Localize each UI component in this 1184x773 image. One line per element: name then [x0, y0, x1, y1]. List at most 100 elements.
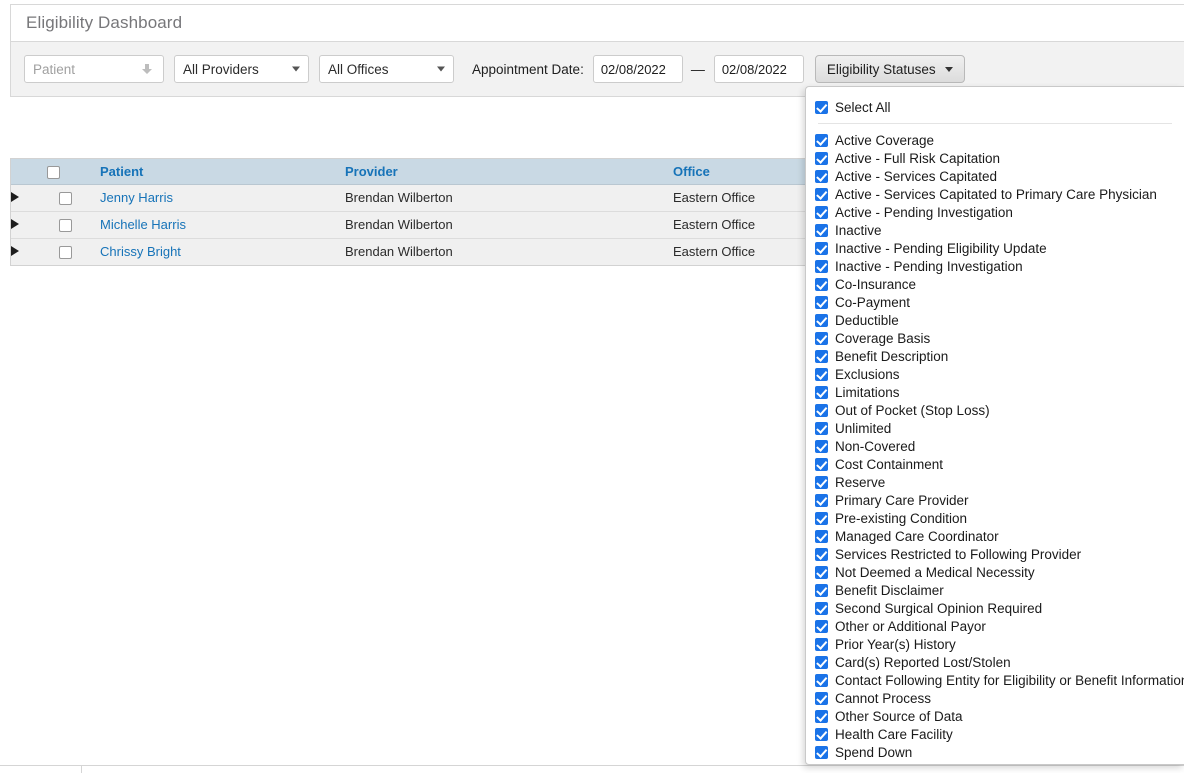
- dropdown-item[interactable]: Inactive: [806, 221, 1184, 239]
- checkbox-checked-icon[interactable]: [815, 709, 828, 723]
- dropdown-item[interactable]: Non-Covered: [806, 437, 1184, 455]
- checkbox-checked-icon[interactable]: [815, 475, 828, 489]
- column-header-patient[interactable]: Patient: [83, 159, 345, 185]
- dropdown-item[interactable]: Card(s) Reported Lost/Stolen: [806, 653, 1184, 671]
- providers-select[interactable]: All Providers: [174, 55, 309, 83]
- dropdown-item[interactable]: Spend Down: [806, 743, 1184, 761]
- patient-search-input[interactable]: Patient: [24, 55, 164, 83]
- offices-select[interactable]: All Offices: [319, 55, 454, 83]
- row-checkbox[interactable]: [58, 192, 72, 206]
- checkbox-checked-icon[interactable]: [815, 223, 828, 237]
- checkbox-checked-icon[interactable]: [815, 439, 828, 453]
- dropdown-item[interactable]: Services Restricted to Following Provide…: [806, 545, 1184, 563]
- window-title-bar: Eligibility Dashboard: [10, 4, 1184, 42]
- checkbox-checked-icon[interactable]: [815, 691, 828, 705]
- checkbox-checked-icon[interactable]: [815, 637, 828, 651]
- patient-link[interactable]: Chrissy Bright: [83, 244, 181, 259]
- dropdown-item[interactable]: Active - Pending Investigation: [806, 203, 1184, 221]
- row-select-cell[interactable]: [47, 184, 83, 212]
- checkbox-checked-icon[interactable]: [815, 547, 828, 561]
- checkbox-checked-icon[interactable]: [815, 313, 828, 327]
- checkbox-checked-icon[interactable]: [815, 421, 828, 435]
- expand-triangle-icon: [11, 219, 19, 229]
- dropdown-item[interactable]: Other or Additional Payor: [806, 617, 1184, 635]
- dropdown-item[interactable]: Managed Care Coordinator: [806, 527, 1184, 545]
- checkbox-checked-icon[interactable]: [815, 565, 828, 579]
- checkbox-checked-icon[interactable]: [815, 511, 828, 525]
- patient-link[interactable]: Michelle Harris: [83, 217, 186, 232]
- dropdown-item[interactable]: Benefit Disclaimer: [806, 581, 1184, 599]
- checkbox-checked-icon[interactable]: [815, 205, 828, 219]
- row-select-cell[interactable]: [47, 211, 83, 239]
- checkbox-checked-icon[interactable]: [815, 259, 828, 273]
- row-checkbox[interactable]: [58, 246, 72, 260]
- dropdown-item-select-all[interactable]: Select All: [806, 97, 1184, 117]
- dropdown-item[interactable]: Health Care Facility: [806, 725, 1184, 743]
- checkbox-checked-icon[interactable]: [815, 403, 828, 417]
- checkbox-checked-icon[interactable]: [815, 187, 828, 201]
- checkbox-checked-icon[interactable]: [815, 583, 828, 597]
- appointment-date-from-input[interactable]: 02/08/2022: [592, 55, 683, 83]
- dropdown-item[interactable]: Inactive - Pending Eligibility Update: [806, 239, 1184, 257]
- checkbox-checked-icon[interactable]: [815, 367, 828, 381]
- row-expand-toggle[interactable]: [11, 238, 47, 265]
- dropdown-item[interactable]: Active - Services Capitated to Primary C…: [806, 185, 1184, 203]
- checkbox-checked-icon[interactable]: [815, 673, 828, 687]
- dropdown-item[interactable]: Other Source of Data: [806, 707, 1184, 725]
- dropdown-item[interactable]: Unlimited: [806, 419, 1184, 437]
- dropdown-item[interactable]: Reserve: [806, 473, 1184, 491]
- appointment-date-to-input[interactable]: 02/08/2022: [713, 55, 804, 83]
- dropdown-item-label: Reserve: [835, 474, 886, 490]
- checkbox-checked-icon[interactable]: [815, 100, 828, 114]
- checkbox-checked-icon[interactable]: [815, 151, 828, 165]
- dropdown-item[interactable]: Co-Payment: [806, 293, 1184, 311]
- dropdown-item[interactable]: Second Surgical Opinion Required: [806, 599, 1184, 617]
- dropdown-item[interactable]: Co-Insurance: [806, 275, 1184, 293]
- checkbox-checked-icon[interactable]: [815, 349, 828, 363]
- dropdown-item[interactable]: Primary Care Provider: [806, 491, 1184, 509]
- checkbox-checked-icon[interactable]: [815, 331, 828, 345]
- checkbox-checked-icon[interactable]: [815, 385, 828, 399]
- dropdown-item[interactable]: Exclusions: [806, 365, 1184, 383]
- checkbox-checked-icon[interactable]: [815, 295, 828, 309]
- column-header-provider[interactable]: Provider: [345, 159, 673, 185]
- checkbox-checked-icon[interactable]: [815, 529, 828, 543]
- checkbox-checked-icon[interactable]: [815, 655, 828, 669]
- dropdown-item[interactable]: Active - Full Risk Capitation: [806, 149, 1184, 167]
- dropdown-item[interactable]: Pre-existing Condition: [806, 509, 1184, 527]
- row-checkbox[interactable]: [58, 219, 72, 233]
- checkbox-checked-icon[interactable]: [815, 745, 828, 759]
- dropdown-item[interactable]: Active Coverage: [806, 131, 1184, 149]
- checkbox-checked-icon[interactable]: [815, 133, 828, 147]
- dropdown-item[interactable]: Prior Year(s) History: [806, 635, 1184, 653]
- row-expand-toggle[interactable]: [11, 184, 47, 212]
- dropdown-item[interactable]: Coverage Basis: [806, 329, 1184, 347]
- checkbox-checked-icon[interactable]: [815, 277, 828, 291]
- checkbox-checked-icon[interactable]: [815, 241, 828, 255]
- checkbox-checked-icon[interactable]: [815, 457, 828, 471]
- dropdown-item-label: Select All: [835, 99, 891, 115]
- row-expand-toggle[interactable]: [11, 211, 47, 239]
- dropdown-item[interactable]: Contact Following Entity for Eligibility…: [806, 671, 1184, 689]
- checkbox-checked-icon[interactable]: [815, 493, 828, 507]
- dropdown-item[interactable]: Deductible: [806, 311, 1184, 329]
- patient-link[interactable]: Jenny Harris: [83, 190, 173, 205]
- dropdown-item[interactable]: Not Deemed a Medical Necessity: [806, 563, 1184, 581]
- dropdown-item-label: Out of Pocket (Stop Loss): [835, 402, 990, 418]
- dropdown-item[interactable]: Inactive - Pending Investigation: [806, 257, 1184, 275]
- dropdown-item[interactable]: Out of Pocket (Stop Loss): [806, 401, 1184, 419]
- checkbox-checked-icon[interactable]: [815, 169, 828, 183]
- dropdown-item[interactable]: Cannot Process: [806, 689, 1184, 707]
- select-all-rows-checkbox[interactable]: [47, 165, 60, 179]
- checkbox-checked-icon[interactable]: [815, 727, 828, 741]
- dropdown-item[interactable]: Active - Services Capitated: [806, 167, 1184, 185]
- dropdown-item[interactable]: Limitations: [806, 383, 1184, 401]
- dropdown-item[interactable]: Cost Containment: [806, 455, 1184, 473]
- dropdown-item-label: Other or Additional Payor: [835, 618, 986, 634]
- row-select-cell[interactable]: [47, 238, 83, 265]
- dropdown-item-label: Pre-existing Condition: [835, 510, 968, 526]
- checkbox-checked-icon[interactable]: [815, 619, 828, 633]
- checkbox-checked-icon[interactable]: [815, 601, 828, 615]
- dropdown-item[interactable]: Benefit Description: [806, 347, 1184, 365]
- eligibility-statuses-dropdown-button[interactable]: Eligibility Statuses: [814, 55, 965, 83]
